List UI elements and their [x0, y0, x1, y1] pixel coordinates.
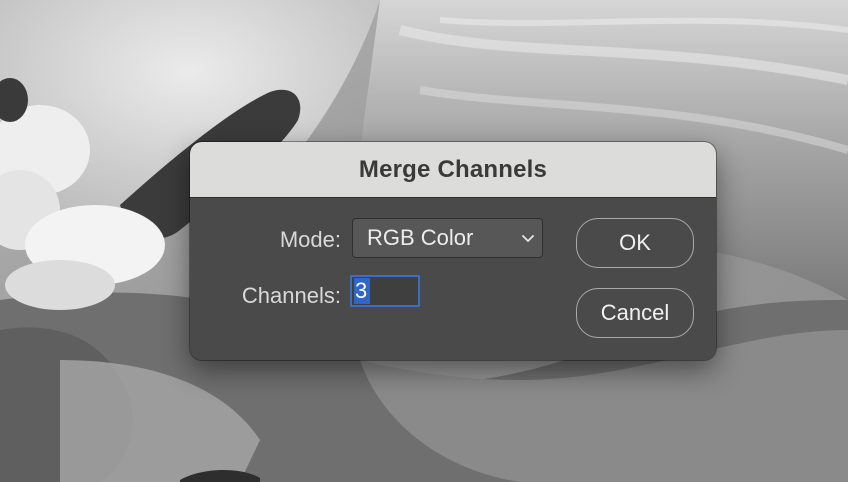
- channels-field[interactable]: 3: [350, 275, 420, 307]
- cancel-button-label: Cancel: [600, 300, 670, 325]
- chevron-down-icon: [514, 218, 542, 258]
- dialog-titlebar[interactable]: Merge Channels: [190, 142, 716, 198]
- channels-label: Channels:: [241, 283, 341, 308]
- cancel-button[interactable]: Cancel: [576, 288, 694, 338]
- channels-value: 3: [354, 278, 371, 304]
- ok-button-label: OK: [619, 230, 651, 255]
- ok-button[interactable]: OK: [576, 218, 694, 268]
- mode-select-value: RGB Color: [367, 225, 474, 250]
- merge-channels-dialog: Merge Channels Mode: RGB Color Channels:…: [190, 142, 716, 360]
- mode-label: Mode:: [279, 227, 341, 252]
- dialog-body: Mode: RGB Color Channels: 3 OK Cancel: [190, 198, 716, 360]
- mode-select[interactable]: RGB Color: [352, 218, 543, 258]
- dialog-title: Merge Channels: [358, 155, 548, 183]
